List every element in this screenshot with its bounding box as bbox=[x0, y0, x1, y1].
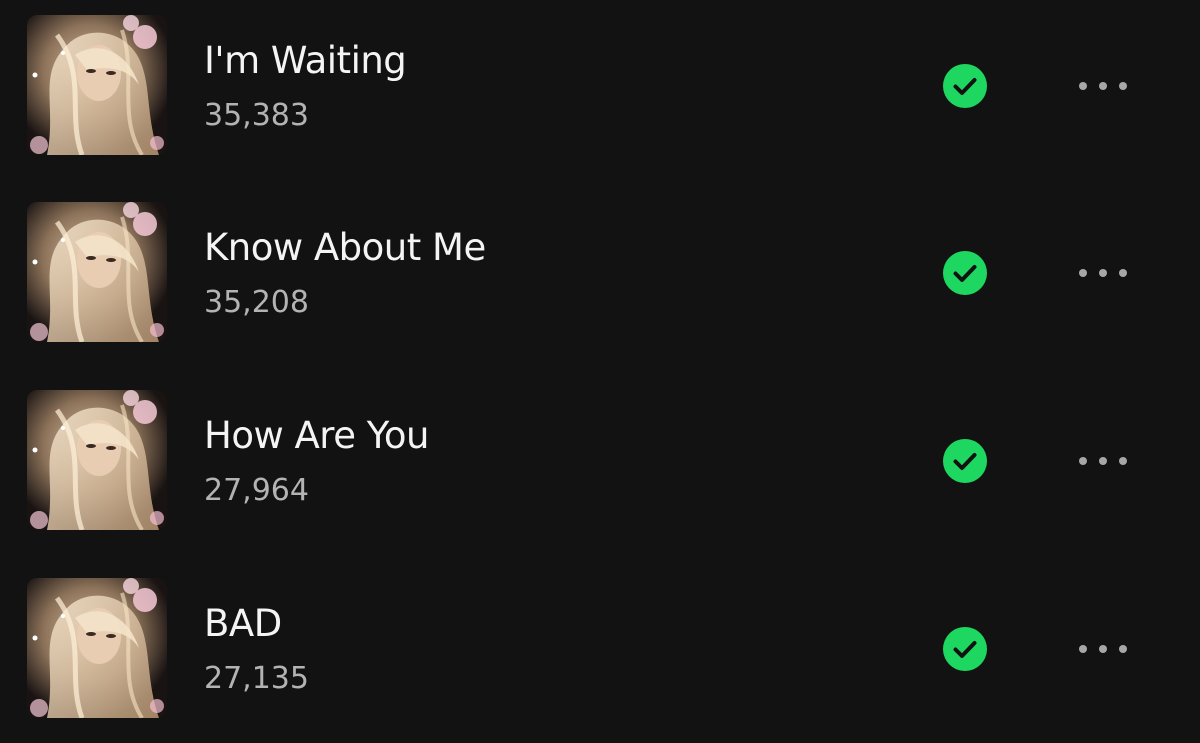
track-play-count: 35,383 bbox=[204, 98, 309, 133]
downloaded-check-icon[interactable] bbox=[943, 251, 987, 295]
track-row[interactable]: I'm Waiting 35,383 bbox=[0, 15, 1200, 157]
track-row[interactable]: BAD 27,135 bbox=[0, 578, 1200, 720]
track-play-count: 27,964 bbox=[204, 473, 309, 508]
track-title: How Are You bbox=[204, 414, 430, 457]
track-title: I'm Waiting bbox=[204, 39, 407, 82]
more-options-icon[interactable] bbox=[1070, 632, 1136, 666]
track-row[interactable]: How Are You 27,964 bbox=[0, 390, 1200, 532]
track-play-count: 27,135 bbox=[204, 661, 309, 696]
track-title: BAD bbox=[204, 602, 282, 645]
downloaded-check-icon[interactable] bbox=[943, 439, 987, 483]
downloaded-check-icon[interactable] bbox=[943, 627, 987, 671]
more-options-icon[interactable] bbox=[1070, 69, 1136, 103]
downloaded-check-icon[interactable] bbox=[943, 64, 987, 108]
album-artwork bbox=[27, 390, 167, 530]
track-play-count: 35,208 bbox=[204, 285, 309, 320]
album-artwork bbox=[27, 202, 167, 342]
more-options-icon[interactable] bbox=[1070, 256, 1136, 290]
album-artwork bbox=[27, 15, 167, 155]
track-row[interactable]: Know About Me 35,208 bbox=[0, 202, 1200, 344]
more-options-icon[interactable] bbox=[1070, 444, 1136, 478]
track-title: Know About Me bbox=[204, 226, 486, 269]
album-artwork bbox=[27, 578, 167, 718]
track-list: I'm Waiting 35,383 Know About Me 35,208 … bbox=[0, 0, 1200, 743]
